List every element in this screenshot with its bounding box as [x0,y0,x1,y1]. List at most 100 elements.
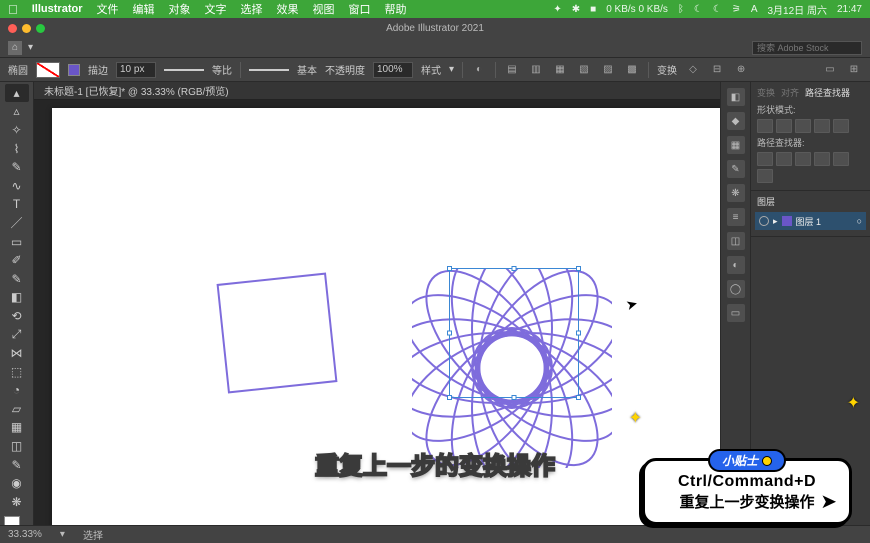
free-transform-tool[interactable]: ⬚ [5,363,29,381]
layer-name[interactable]: 图层 1 [796,215,822,228]
graphic-styles-panel-icon[interactable]: ▭ [727,304,745,322]
magic-wand-tool[interactable]: ✧ [5,121,29,139]
home-button[interactable]: ⌂ [8,41,22,55]
input-icon[interactable]: A [751,4,758,15]
color-panel-icon[interactable]: ◆ [727,112,745,130]
mesh-tool[interactable]: ▦ [5,419,29,437]
align-bottom-button[interactable]: ▩ [624,62,640,78]
bluetooth-icon[interactable]: ᛒ [678,4,684,15]
app-name[interactable]: Illustrator [32,3,83,15]
intersect-button[interactable] [795,119,811,133]
transparency-panel-icon[interactable]: ◐ [727,256,745,274]
line-tool[interactable]: ／ [5,214,29,232]
square-shape[interactable] [217,273,338,394]
align-right-button[interactable]: ▦ [552,62,568,78]
blend-tool[interactable]: ◉ [5,474,29,492]
menu-edit[interactable]: 编辑 [132,1,154,17]
menu-select[interactable]: 选择 [240,1,262,17]
width-tool[interactable]: ⋈ [5,344,29,362]
tab-align[interactable]: 对齐 [781,86,799,99]
date[interactable]: 3月12日 周六 [768,2,827,17]
selection-tool[interactable]: ▴ [5,84,29,102]
shape-builder-tool[interactable]: ◔ [5,382,29,400]
lasso-tool[interactable]: ⌇ [5,140,29,158]
menu-file[interactable]: 文件 [96,1,118,17]
curvature-tool[interactable]: ∿ [5,177,29,195]
symbols-panel-icon[interactable]: ❋ [727,184,745,202]
apple-menu-icon[interactable]:  [8,2,18,17]
perspective-tool[interactable]: ▱ [5,400,29,418]
compass-icon[interactable]: ✦ [553,4,561,15]
window-zoom-button[interactable] [36,24,45,33]
expand-layer-icon[interactable]: ▸ [773,216,778,227]
layer-row[interactable]: ▸ 图层 1 ○ [755,212,866,230]
properties-panel-icon[interactable]: ◧ [727,88,745,106]
video-icon[interactable]: ■ [590,4,596,15]
brush-dropdown[interactable] [249,66,289,73]
tab-layers[interactable]: 图层 [757,195,775,208]
statusbar-dropdown-icon[interactable]: ▾ [60,529,65,540]
stroke-style-dropdown[interactable] [164,66,204,73]
prefs-button[interactable]: ⊞ [846,62,862,78]
menu-window[interactable]: 窗口 [348,1,370,17]
window-close-button[interactable] [8,24,17,33]
eraser-tool[interactable]: ◧ [5,289,29,307]
menu-view[interactable]: 视图 [312,1,334,17]
tab-pathfinder[interactable]: 路径查找器 [805,86,850,99]
target-icon[interactable]: ○ [857,216,862,226]
stroke-weight-input[interactable] [116,62,156,78]
fill-swatch[interactable] [36,62,60,78]
recolor-button[interactable]: ◐ [471,62,487,78]
align-middle-button[interactable]: ▨ [600,62,616,78]
crop-button[interactable] [814,152,830,166]
unite-button[interactable] [757,119,773,133]
document-tab[interactable]: 未标题-1 [已恢复]* @ 33.33% (RGB/预览) [34,82,720,100]
align-left-button[interactable]: ▤ [504,62,520,78]
visibility-toggle[interactable] [759,216,769,226]
moon2-icon[interactable]: ☾ [713,4,722,15]
anchor-button[interactable]: ⊕ [733,62,749,78]
menu-help[interactable]: 帮助 [384,1,406,17]
align-center-button[interactable]: ▥ [528,62,544,78]
gradient-tool[interactable]: ◫ [5,437,29,455]
appearance-panel-icon[interactable]: ◯ [727,280,745,298]
rectangle-tool[interactable]: ▭ [5,233,29,251]
style-dropdown-icon[interactable]: ▾ [449,64,454,75]
align-top-button[interactable]: ▧ [576,62,592,78]
menu-type[interactable]: 文字 [204,1,226,17]
exclude-button[interactable] [814,119,830,133]
menu-effect[interactable]: 效果 [276,1,298,17]
stock-search-input[interactable]: 搜索 Adobe Stock [752,41,862,55]
trim-button[interactable] [776,152,792,166]
time[interactable]: 21:47 [837,4,862,15]
stroke-panel-icon[interactable]: ≡ [727,208,745,226]
direct-selection-tool[interactable]: ▵ [5,103,29,121]
chevron-down-icon[interactable]: ▾ [28,42,33,53]
eyedropper-tool[interactable]: ✎ [5,456,29,474]
selection-bounding-box[interactable] [449,268,579,398]
stroke-swatch[interactable] [68,64,80,76]
swatches-panel-icon[interactable]: ▦ [727,136,745,154]
merge-button[interactable] [795,152,811,166]
outline-button[interactable] [833,152,849,166]
minus-front-button[interactable] [776,119,792,133]
paintbrush-tool[interactable]: ✐ [5,251,29,269]
wifi-icon[interactable]: ⚞ [732,4,741,15]
expand-button[interactable] [833,119,849,133]
opacity-input[interactable] [373,62,413,78]
type-tool[interactable]: T [5,196,29,214]
pen-tool[interactable]: ✎ [5,158,29,176]
symbol-sprayer-tool[interactable]: ❋ [5,493,29,511]
gradient-panel-icon[interactable]: ◫ [727,232,745,250]
brushes-panel-icon[interactable]: ✎ [727,160,745,178]
clip-button[interactable]: ⊟ [709,62,725,78]
moon-icon[interactable]: ☾ [694,4,703,15]
divide-button[interactable] [757,152,773,166]
minus-back-button[interactable] [757,169,773,183]
isolate-button[interactable]: ◇ [685,62,701,78]
tab-transform[interactable]: 变换 [757,86,775,99]
arrange-documents-button[interactable]: ▭ [822,62,838,78]
menu-object[interactable]: 对象 [168,1,190,17]
rotate-tool[interactable]: ⟲ [5,307,29,325]
shaper-tool[interactable]: ✎ [5,270,29,288]
